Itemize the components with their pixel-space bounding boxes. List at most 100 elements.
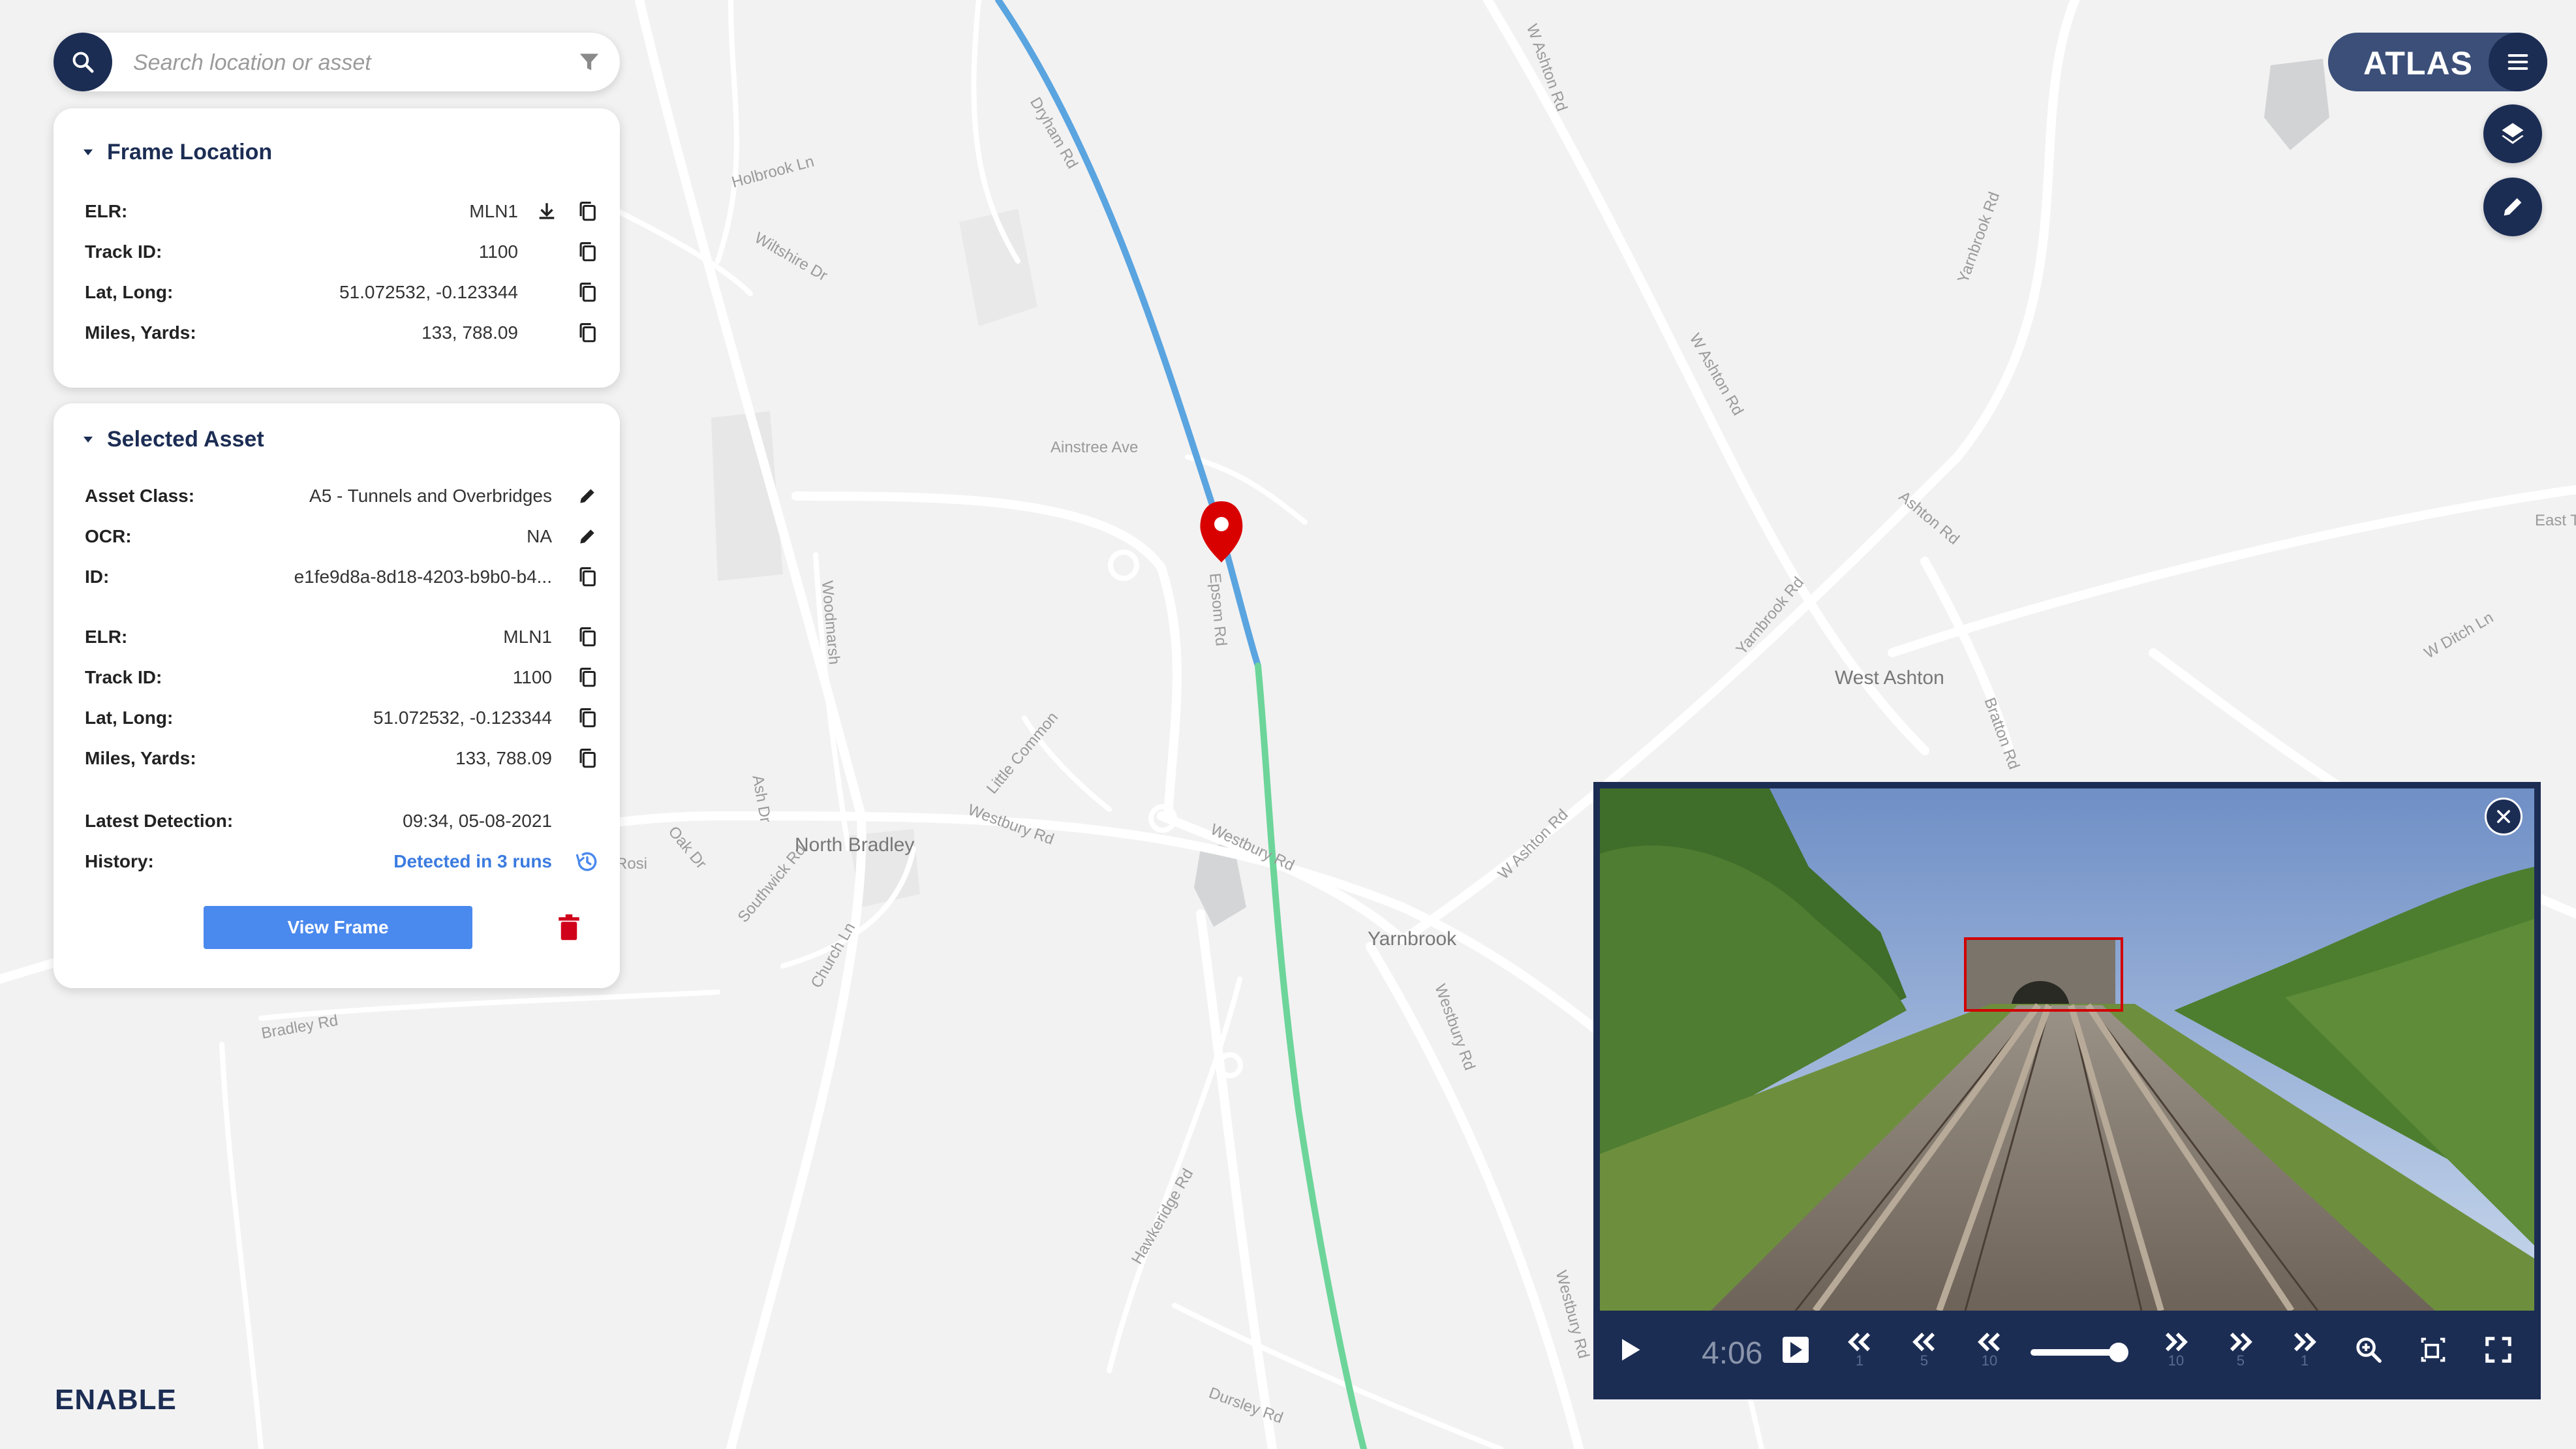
- frame-location-header[interactable]: Frame Location: [84, 140, 272, 165]
- filter-button[interactable]: [575, 48, 603, 76]
- copy-button[interactable]: [574, 664, 600, 691]
- download-icon: [539, 203, 555, 219]
- frame-row-lat-long: Lat, Long: 51.072532, -0.123344: [85, 279, 600, 305]
- copy-button[interactable]: [574, 279, 600, 305]
- search-bar: [54, 33, 620, 91]
- field-value: MLN1: [503, 627, 552, 647]
- video-frame[interactable]: [1600, 788, 2534, 1311]
- asset-row-id: ID: e1fe9d8a-8d18-4203-b9b0-b4...: [85, 564, 600, 590]
- field-label: Asset Class:: [85, 486, 195, 506]
- crop-frame-icon: [2421, 1337, 2446, 1362]
- pencil-icon: [2504, 198, 2522, 216]
- street-label: Ainstree Ave: [1050, 439, 1139, 456]
- collapse-caret-icon: [84, 437, 93, 443]
- view-frame-button[interactable]: View Frame: [204, 906, 472, 949]
- step-label: 5: [1920, 1352, 1929, 1369]
- step-forward-icon: [1783, 1337, 1809, 1363]
- field-value: 1100: [512, 667, 552, 687]
- field-label: Track ID:: [85, 667, 162, 687]
- rewind-1-button[interactable]: 1: [1837, 1327, 1882, 1373]
- selected-asset-panel: Selected Asset Asset Class: A5 - Tunnels…: [54, 403, 620, 988]
- asset-row-ocr: OCR: NA: [85, 523, 600, 550]
- field-value: NA: [527, 526, 552, 546]
- field-label: Latest Detection:: [85, 811, 234, 831]
- frame-row-elr: ELR: MLN1: [85, 198, 600, 225]
- speed-slider-handle[interactable]: [2109, 1343, 2128, 1362]
- field-value: MLN1: [469, 201, 518, 221]
- field-label: History:: [85, 851, 154, 871]
- copy-icon: [579, 627, 596, 647]
- field-label: ELR:: [85, 627, 128, 647]
- asset-row-miles-yards: Miles, Yards: 133, 788.09: [85, 745, 600, 771]
- panel-title: Frame Location: [107, 140, 273, 164]
- history-icon: [575, 852, 597, 871]
- field-value: 133, 788.09: [422, 322, 518, 343]
- player-controls: 4:06 1 5 10 10 5 1: [1593, 1314, 2541, 1399]
- field-label: Miles, Yards:: [85, 322, 196, 343]
- place-label-north-bradley: North Bradley: [795, 834, 915, 856]
- download-button[interactable]: [534, 198, 560, 225]
- double-chevron-left-icon: [1848, 1332, 1870, 1352]
- copy-button[interactable]: [574, 745, 600, 771]
- close-icon: [2497, 810, 2510, 823]
- hamburger-menu-icon: [2507, 54, 2528, 70]
- copy-button[interactable]: [574, 624, 600, 650]
- search-input[interactable]: [132, 46, 552, 80]
- forward-10-button[interactable]: 10: [2153, 1327, 2199, 1373]
- fullscreen-button[interactable]: [2476, 1327, 2521, 1373]
- delete-button[interactable]: [555, 912, 583, 943]
- rewind-10-button[interactable]: 10: [1967, 1327, 2012, 1373]
- history-link[interactable]: Detected in 3 runs: [393, 851, 552, 872]
- copy-button[interactable]: [574, 320, 600, 346]
- step-label: 1: [2300, 1352, 2309, 1369]
- edit-button[interactable]: [574, 523, 600, 550]
- search-button[interactable]: [54, 33, 112, 91]
- video-player: 4:06 1 5 10 10 5 1: [1593, 782, 2541, 1399]
- place-label-yarnbrook: Yarnbrook: [1368, 928, 1457, 950]
- copy-icon: [579, 748, 596, 768]
- double-chevron-left-icon: [1912, 1332, 1935, 1352]
- footer-logo: ENABLE: [55, 1384, 177, 1416]
- step-label: 10: [2168, 1352, 2185, 1369]
- zoom-button[interactable]: [2346, 1327, 2391, 1373]
- forward-5-button[interactable]: 5: [2218, 1327, 2263, 1373]
- double-chevron-right-icon: [2166, 1332, 2188, 1352]
- close-player-button[interactable]: [2485, 798, 2522, 835]
- copy-button[interactable]: [574, 705, 600, 731]
- asset-row-history: History: Detected in 3 runs: [85, 849, 600, 875]
- street-label: Rosi: [616, 855, 648, 873]
- copy-button[interactable]: [574, 198, 600, 225]
- copy-icon: [579, 282, 596, 302]
- copy-icon: [579, 242, 596, 262]
- app-brand-menu: ATLAS: [2328, 33, 2547, 91]
- copy-icon: [579, 567, 596, 587]
- menu-button[interactable]: [2489, 33, 2547, 91]
- frame-location-panel: Frame Location ELR: MLN1 Track ID: 1100 …: [54, 108, 620, 388]
- copy-button[interactable]: [574, 564, 600, 590]
- crop-button[interactable]: [2410, 1327, 2456, 1373]
- play-icon: [1622, 1339, 1640, 1361]
- trash-icon: [559, 914, 579, 941]
- history-button[interactable]: [574, 849, 600, 875]
- zoom-in-icon: [2356, 1337, 2382, 1363]
- draw-button[interactable]: [2483, 178, 2542, 236]
- field-label: OCR:: [85, 526, 132, 546]
- layers-button[interactable]: [2483, 104, 2542, 163]
- double-chevron-right-icon: [2230, 1332, 2252, 1352]
- asset-row-class: Asset Class: A5 - Tunnels and Overbridge…: [85, 483, 600, 509]
- step-label: 1: [1855, 1352, 1864, 1369]
- pencil-icon: [580, 489, 594, 503]
- copy-icon: [579, 708, 596, 728]
- copy-button[interactable]: [574, 239, 600, 265]
- speed-slider[interactable]: [2031, 1349, 2115, 1356]
- rewind-5-button[interactable]: 5: [1901, 1327, 1947, 1373]
- edit-button[interactable]: [574, 483, 600, 509]
- field-label: Track ID:: [85, 242, 162, 262]
- play-button[interactable]: [1606, 1327, 1652, 1373]
- panel-title: Selected Asset: [107, 427, 264, 452]
- fullscreen-icon: [2485, 1337, 2511, 1363]
- forward-1-button[interactable]: 1: [2282, 1327, 2327, 1373]
- selected-asset-header[interactable]: Selected Asset: [84, 427, 264, 452]
- collapse-caret-icon: [84, 149, 93, 155]
- next-frame-button[interactable]: [1773, 1327, 1818, 1373]
